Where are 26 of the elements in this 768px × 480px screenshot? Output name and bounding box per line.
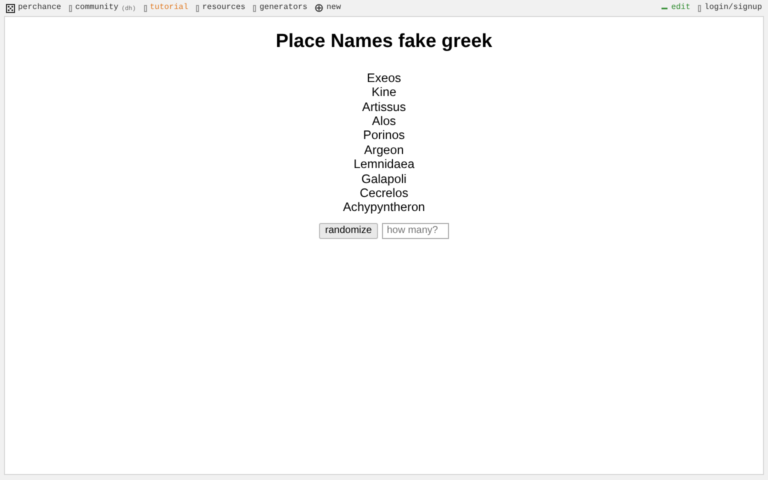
- nav-link[interactable]: generators: [253, 2, 308, 14]
- nav-link[interactable]: perchance: [6, 2, 62, 14]
- missing-glyph-icon: [698, 4, 702, 12]
- place-name: Artissus: [362, 100, 406, 114]
- count-field[interactable]: how many?: [382, 222, 449, 239]
- nav-link[interactable]: resources: [196, 2, 246, 14]
- nav-link[interactable]: edit: [661, 2, 690, 14]
- place-name: Exeos: [366, 70, 402, 86]
- place-name: Porinos: [363, 128, 405, 143]
- missing-glyph-icon: [196, 4, 200, 12]
- dice-icon: [6, 4, 15, 12]
- place-name: Alos: [372, 114, 396, 128]
- missing-glyph-icon: [69, 4, 72, 12]
- nav-link[interactable]: login/signup: [698, 2, 762, 14]
- nav-link[interactable]: new: [315, 2, 341, 14]
- add-icon: [315, 4, 324, 12]
- place-name: Kine: [372, 85, 396, 100]
- randomize-button[interactable]: randomize: [319, 222, 378, 239]
- missing-glyph-icon: [144, 4, 147, 12]
- place-name: Argeon: [364, 142, 404, 158]
- place-name: Cecrelos: [360, 186, 408, 200]
- missing-glyph-icon: [253, 4, 256, 12]
- place-name: Achypyntheron: [342, 200, 426, 215]
- place-name: Lemnidaea: [354, 157, 414, 172]
- page-title: Place Names fake greek: [276, 31, 492, 54]
- place-name: Galapoli: [361, 172, 407, 186]
